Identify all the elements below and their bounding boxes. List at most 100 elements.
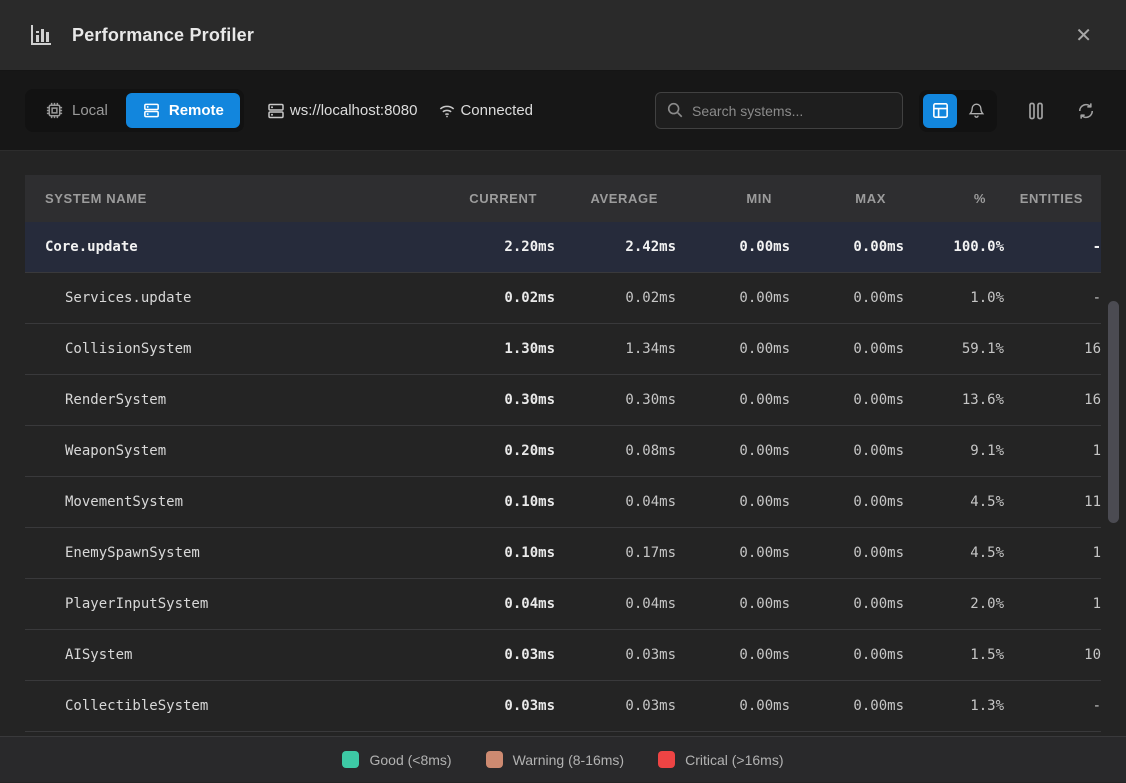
cell-name: RenderSystem	[25, 392, 445, 408]
search-box	[655, 92, 903, 129]
cell-average: 0.30ms	[555, 392, 676, 408]
column-header-system-name[interactable]: SYSTEM NAME	[25, 191, 445, 206]
close-button[interactable]: ✕	[1069, 19, 1098, 51]
cell-average: 0.17ms	[555, 545, 676, 561]
cell-entities: 16	[1004, 341, 1101, 357]
cell-name: CollectibleSystem	[25, 698, 445, 714]
scrollbar-thumb[interactable]	[1108, 301, 1119, 523]
legend-label: Critical (>16ms)	[685, 752, 783, 768]
column-header-current[interactable]: CURRENT	[445, 191, 555, 206]
cell-min: 0.00ms	[676, 545, 790, 561]
table-row[interactable]: MovementSystem0.10ms0.04ms0.00ms0.00ms4.…	[25, 477, 1101, 528]
wifi-icon	[437, 101, 457, 121]
cell-max: 0.00ms	[790, 392, 904, 408]
cell-percent: 2.0%	[904, 596, 1004, 612]
column-header-min[interactable]: MIN	[676, 191, 790, 206]
table-body: Core.update2.20ms2.42ms0.00ms0.00ms100.0…	[25, 222, 1101, 732]
cell-entities: 11	[1004, 494, 1101, 510]
cell-average: 0.02ms	[555, 290, 676, 306]
page-title: Performance Profiler	[72, 25, 254, 46]
cell-entities: 1	[1004, 545, 1101, 561]
table-row[interactable]: EnemySpawnSystem0.10ms0.17ms0.00ms0.00ms…	[25, 528, 1101, 579]
cell-max: 0.00ms	[790, 647, 904, 663]
cell-current: 0.10ms	[445, 545, 555, 561]
cpu-icon	[45, 101, 64, 120]
cell-min: 0.00ms	[676, 494, 790, 510]
cell-current: 0.30ms	[445, 392, 555, 408]
legend-item: Good (<8ms)	[342, 751, 451, 768]
cell-min: 0.00ms	[676, 239, 790, 255]
cell-min: 0.00ms	[676, 341, 790, 357]
cell-max: 0.00ms	[790, 443, 904, 459]
cell-name: Core.update	[25, 239, 445, 255]
pause-button[interactable]	[1021, 96, 1051, 126]
legend-label: Warning (8-16ms)	[513, 752, 625, 768]
table-row[interactable]: WeaponSystem0.20ms0.08ms0.00ms0.00ms9.1%…	[25, 426, 1101, 477]
column-header-max[interactable]: MAX	[790, 191, 904, 206]
cell-average: 2.42ms	[555, 239, 676, 255]
cell-average: 0.04ms	[555, 494, 676, 510]
cell-max: 0.00ms	[790, 290, 904, 306]
server-icon	[266, 101, 286, 121]
alerts-button[interactable]	[959, 94, 993, 128]
cell-entities: 1	[1004, 596, 1101, 612]
cell-percent: 1.5%	[904, 647, 1004, 663]
cell-entities: 1	[1004, 443, 1101, 459]
cell-average: 0.08ms	[555, 443, 676, 459]
connection-status-text: Connected	[460, 102, 533, 119]
cell-min: 0.00ms	[676, 596, 790, 612]
titlebar: Performance Profiler ✕	[0, 0, 1126, 71]
cell-percent: 1.0%	[904, 290, 1004, 306]
cell-min: 0.00ms	[676, 443, 790, 459]
cell-current: 0.03ms	[445, 698, 555, 714]
refresh-button[interactable]	[1071, 96, 1101, 126]
connection-url: ws://localhost:8080	[266, 101, 418, 121]
cell-min: 0.00ms	[676, 392, 790, 408]
cell-max: 0.00ms	[790, 494, 904, 510]
legend-bar: Good (<8ms) Warning (8-16ms) Critical (>16…	[0, 736, 1126, 782]
column-header-[interactable]: %	[904, 191, 1004, 206]
table-row[interactable]: Services.update0.02ms0.02ms0.00ms0.00ms1…	[25, 273, 1101, 324]
legend-swatch	[658, 751, 675, 768]
connection-status: Connected	[437, 101, 533, 121]
table-row[interactable]: AISystem0.03ms0.03ms0.00ms0.00ms1.5%10	[25, 630, 1101, 681]
cell-name: PlayerInputSystem	[25, 596, 445, 612]
cell-percent: 1.3%	[904, 698, 1004, 714]
table-view-button[interactable]	[923, 94, 957, 128]
column-header-entities[interactable]: ENTITIES	[1004, 191, 1101, 206]
cell-percent: 100.0%	[904, 239, 1004, 255]
cell-percent: 4.5%	[904, 494, 1004, 510]
cell-max: 0.00ms	[790, 239, 904, 255]
cell-min: 0.00ms	[676, 647, 790, 663]
cell-entities: -	[1004, 290, 1101, 306]
cell-entities: -	[1004, 239, 1101, 255]
table-row[interactable]: CollectibleSystem0.03ms0.03ms0.00ms0.00m…	[25, 681, 1101, 732]
legend-label: Good (<8ms)	[369, 752, 451, 768]
cell-percent: 59.1%	[904, 341, 1004, 357]
remote-mode-button[interactable]: Remote	[126, 93, 240, 128]
cell-name: AISystem	[25, 647, 445, 663]
table-row[interactable]: PlayerInputSystem0.04ms0.04ms0.00ms0.00m…	[25, 579, 1101, 630]
cell-name: MovementSystem	[25, 494, 445, 510]
legend-item: Warning (8-16ms)	[486, 751, 625, 768]
table-row[interactable]: CollisionSystem1.30ms1.34ms0.00ms0.00ms5…	[25, 324, 1101, 375]
table-row-partial	[25, 732, 1101, 736]
local-mode-button[interactable]: Local	[29, 93, 124, 128]
table-row[interactable]: RenderSystem0.30ms0.30ms0.00ms0.00ms13.6…	[25, 375, 1101, 426]
cell-max: 0.00ms	[790, 545, 904, 561]
column-header-average[interactable]: AVERAGE	[555, 191, 676, 206]
view-switch	[919, 90, 997, 132]
cell-entities: -	[1004, 698, 1101, 714]
connection-url-text: ws://localhost:8080	[290, 102, 418, 119]
cell-current: 0.10ms	[445, 494, 555, 510]
toolbar: Local Remote ws://localhost:8080	[0, 71, 1126, 151]
cell-name: CollisionSystem	[25, 341, 445, 357]
cell-current: 0.04ms	[445, 596, 555, 612]
table-row[interactable]: Core.update2.20ms2.42ms0.00ms0.00ms100.0…	[25, 222, 1101, 273]
search-input[interactable]	[655, 92, 903, 129]
local-mode-label: Local	[72, 102, 108, 119]
cell-percent: 9.1%	[904, 443, 1004, 459]
cell-entities: 16	[1004, 392, 1101, 408]
cell-name: Services.update	[25, 290, 445, 306]
cell-current: 1.30ms	[445, 341, 555, 357]
